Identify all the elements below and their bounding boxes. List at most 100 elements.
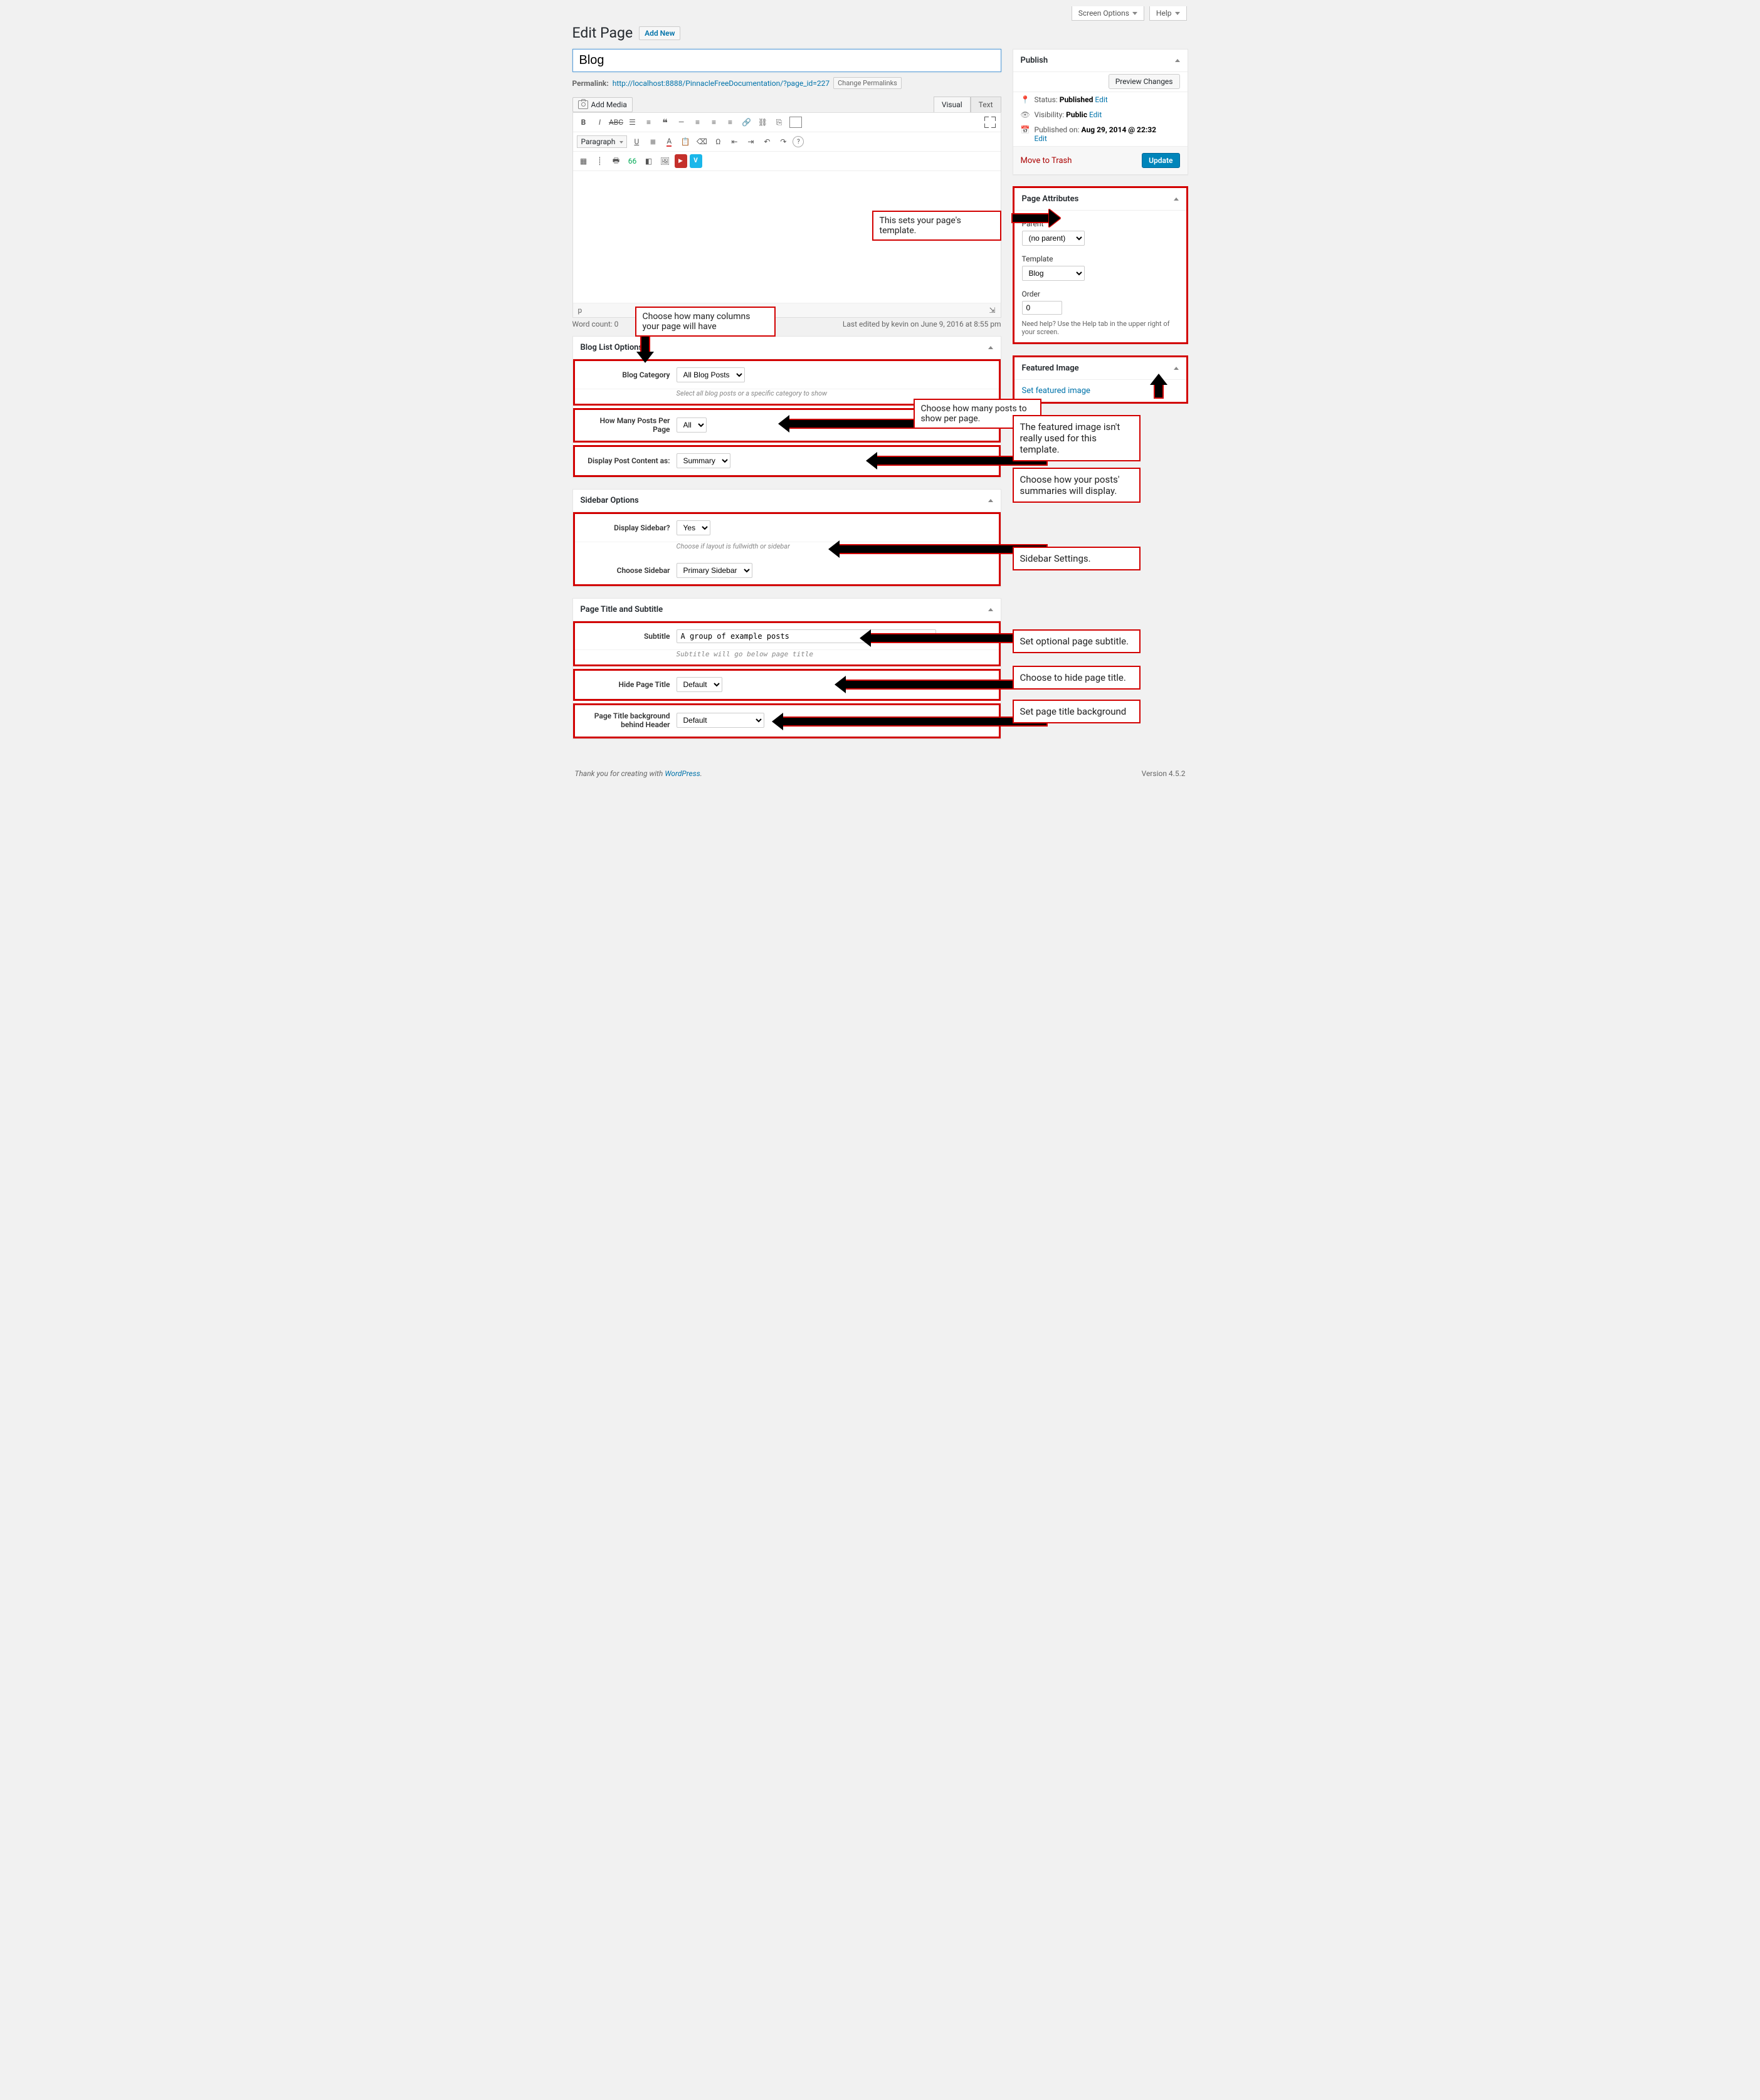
annotation-arrow-right-icon (1011, 213, 1050, 223)
annotated-region: Display Post Content as: Summary (573, 445, 1001, 477)
input-order[interactable] (1022, 301, 1062, 315)
published-on-value: Aug 29, 2014 @ 22:32 (1082, 125, 1156, 134)
camera-icon (578, 100, 588, 109)
align-right-icon[interactable]: ≡ (724, 115, 737, 129)
number-list-icon[interactable]: ≡ (642, 115, 656, 129)
hr-icon[interactable]: — (675, 115, 688, 129)
chevron-up-icon[interactable] (1174, 367, 1179, 370)
label-order: Order (1022, 287, 1179, 301)
textcolor-icon[interactable]: A (662, 135, 676, 149)
chevron-down-icon (1175, 12, 1180, 15)
footer-thanks: Thank you for creating with WordPress. (575, 769, 702, 778)
calendar-icon: 📅 (1021, 125, 1030, 134)
justify-icon[interactable]: ≣ (646, 135, 660, 149)
link-icon[interactable]: 🔗 (740, 115, 754, 129)
metabox-title[interactable]: Page Title and Subtitle (573, 599, 1001, 621)
permalink-label: Permalink: (572, 79, 609, 88)
annotation-sidebar: Sidebar Settings. (1013, 547, 1141, 570)
underline-icon[interactable]: U (630, 135, 643, 149)
help-button[interactable]: Help (1149, 6, 1187, 21)
select-title-bg[interactable]: Default (677, 713, 764, 728)
visibility-value: Public (1066, 110, 1087, 119)
select-template[interactable]: Blog (1022, 266, 1085, 281)
print-icon[interactable]: 🖶 (609, 154, 623, 168)
post-title-input[interactable] (572, 49, 1001, 72)
undo-icon[interactable]: ↶ (760, 135, 774, 149)
metabox-title[interactable]: Publish (1013, 50, 1188, 72)
metabox-sidebar-options: Sidebar Options Display Sidebar? Yes Cho… (572, 489, 1001, 587)
tab-visual[interactable]: Visual (934, 97, 971, 112)
help-subtitle: Subtitle will go below page title (575, 650, 999, 664)
edit-date-link[interactable]: Edit (1035, 134, 1047, 143)
select-blog-category[interactable]: All Blog Posts (677, 367, 745, 382)
word-count: Word count: 0 (572, 320, 619, 328)
edit-visibility-link[interactable]: Edit (1089, 110, 1102, 119)
publish-date-line: 📅 Published on: Aug 29, 2014 @ 22:32 Edi… (1013, 122, 1188, 146)
columns-icon[interactable]: ▦ (577, 154, 591, 168)
annotation-arrow-left-icon (788, 419, 916, 429)
permalink-url[interactable]: http://localhost:8888/PinnacleFreeDocume… (613, 79, 830, 88)
readmore-icon[interactable]: ⎘ (772, 115, 786, 129)
page-heading: Edit Page Add New (572, 24, 1188, 41)
indent-icon[interactable]: ⇥ (744, 135, 757, 149)
metabox-title[interactable]: Sidebar Options (573, 490, 1001, 512)
select-display-sidebar[interactable]: Yes (677, 520, 710, 535)
annotation-hide-title: Choose to hide page title. (1013, 666, 1141, 690)
metabox-title[interactable]: Page Attributes (1014, 188, 1186, 211)
screen-options-button[interactable]: Screen Options (1072, 6, 1144, 21)
blockquote-icon[interactable]: ❝ (658, 115, 672, 129)
select-choose-sidebar[interactable]: Primary Sidebar (677, 563, 752, 578)
divider-icon[interactable]: ┊ (593, 154, 607, 168)
toolbar-row-2: Paragraph U ≣ A 📋 ⌫ Ω ⇤ ⇥ ↶ ↷ ? (573, 132, 1001, 152)
icon-picker-icon[interactable]: ◧ (642, 154, 656, 168)
image-icon[interactable]: 🖼 (658, 154, 672, 168)
select-display-content[interactable]: Summary (677, 453, 730, 468)
metabox-page-title: Page Title and Subtitle Subtitle Subtitl… (572, 598, 1001, 739)
youtube-icon[interactable]: ▶ (675, 154, 687, 168)
select-parent[interactable]: (no parent) (1022, 231, 1085, 246)
toolbar-toggle-icon[interactable] (789, 115, 803, 129)
chevron-up-icon[interactable] (1174, 197, 1179, 201)
add-new-button[interactable]: Add New (639, 26, 680, 40)
add-media-button[interactable]: Add Media (572, 97, 633, 112)
outdent-icon[interactable]: ⇤ (727, 135, 741, 149)
visibility-label: Visibility: (1035, 110, 1065, 119)
annotated-region: Subtitle Subtitle will go below page tit… (573, 621, 1001, 666)
metabox-publish: Publish Preview Changes 📍 Status: Publis… (1013, 49, 1188, 175)
change-permalinks-button[interactable]: Change Permalinks (833, 77, 902, 89)
strikethrough-icon[interactable]: ABC (609, 115, 623, 129)
vimeo-icon[interactable]: V (690, 154, 702, 168)
format-select[interactable]: Paragraph (577, 135, 628, 148)
special-char-icon[interactable]: Ω (711, 135, 725, 149)
align-left-icon[interactable]: ≡ (691, 115, 705, 129)
fullscreen-icon[interactable] (984, 117, 996, 128)
chevron-up-icon[interactable] (988, 346, 993, 349)
clear-format-icon[interactable]: ⌫ (695, 135, 709, 149)
update-button[interactable]: Update (1142, 153, 1179, 168)
move-to-trash-link[interactable]: Move to Trash (1021, 156, 1072, 165)
unlink-icon[interactable]: ⛓ (756, 115, 770, 129)
chevron-up-icon[interactable] (1175, 59, 1180, 62)
screen-options-label: Screen Options (1078, 9, 1129, 18)
redo-icon[interactable]: ↷ (776, 135, 790, 149)
chevron-up-icon[interactable] (988, 499, 993, 502)
set-featured-image-link[interactable]: Set featured image (1022, 386, 1090, 396)
resize-handle-icon[interactable]: ⇲ (989, 306, 995, 315)
preview-changes-button[interactable]: Preview Changes (1109, 74, 1180, 89)
bullet-list-icon[interactable]: ☰ (626, 115, 640, 129)
edit-status-link[interactable]: Edit (1095, 95, 1107, 104)
paste-text-icon[interactable]: 📋 (678, 135, 692, 149)
chevron-up-icon[interactable] (988, 608, 993, 611)
italic-icon[interactable]: I (593, 115, 607, 129)
help-icon[interactable]: ? (793, 136, 804, 147)
align-center-icon[interactable]: ≡ (707, 115, 721, 129)
published-on-label: Published on: (1035, 125, 1080, 134)
quote2-icon[interactable]: 66 (626, 154, 640, 168)
bold-icon[interactable]: B (577, 115, 591, 129)
wordpress-link[interactable]: WordPress (665, 769, 700, 778)
select-posts-per-page[interactable]: All (677, 417, 707, 433)
tab-text[interactable]: Text (971, 97, 1001, 112)
metabox-page-attributes: Page Attributes Parent (no parent) Templ… (1013, 186, 1188, 344)
select-hide-title[interactable]: Default (677, 677, 722, 692)
metabox-featured-image: Featured Image Set featured image (1013, 355, 1188, 404)
